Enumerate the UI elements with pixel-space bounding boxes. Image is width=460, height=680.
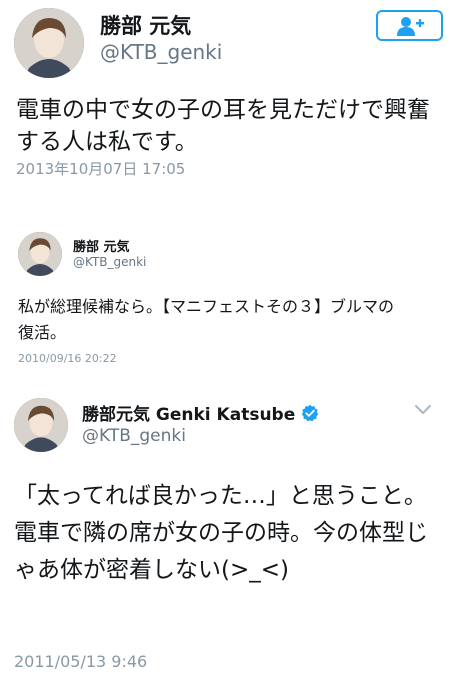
follow-button[interactable] (376, 10, 443, 41)
display-name[interactable]: 勝部元気 Genki Katsube (82, 400, 295, 425)
tweet-card: 勝部 元気 @KTB_genki 私が総理候補なら。【マニフェストその３】ブルマ… (0, 224, 460, 380)
avatar[interactable] (18, 232, 62, 276)
add-user-icon (396, 16, 424, 36)
tweet-card: 勝部元気 Genki Katsube @KTB_genki 「太ってれば良かった… (0, 390, 460, 680)
avatar-image (18, 232, 62, 276)
avatar[interactable] (14, 398, 68, 452)
avatar[interactable] (14, 8, 84, 78)
chevron-down-icon[interactable] (414, 402, 432, 416)
verified-badge-icon (302, 404, 319, 421)
tweet-text: 電車の中で女の子の耳を見ただけで興奮する人は私です。 (16, 97, 430, 155)
user-handle[interactable]: @KTB_genki (100, 40, 222, 64)
avatar-image (14, 8, 84, 78)
tweet-timestamp[interactable]: 2010/09/16 20:22 (18, 352, 117, 365)
tweet-card: 勝部 元気 @KTB_genki 電車の中で女の子の耳を見ただけで興奮する人は私… (0, 0, 460, 196)
user-handle[interactable]: @KTB_genki (82, 426, 186, 446)
display-name[interactable]: 勝部 元気 (100, 10, 191, 40)
display-name[interactable]: 勝部 元気 (73, 236, 130, 255)
tweet-timestamp[interactable]: 2011/05/13 9:46 (14, 652, 147, 671)
tweet-text: 「太ってれば良かった…」と思うこと。電車で隣の席が女の子の時。今の体型じゃあ体が… (14, 483, 428, 583)
tweet-text: 私が総理候補なら。【マニフェストその３】ブルマの復活。 (18, 297, 395, 342)
display-name-row[interactable]: 勝部元気 Genki Katsube (82, 400, 319, 425)
tweet-timestamp[interactable]: 2013年10月07日 17:05 (16, 158, 185, 179)
avatar-image (14, 398, 68, 452)
user-handle[interactable]: @KTB_genki (73, 255, 146, 269)
